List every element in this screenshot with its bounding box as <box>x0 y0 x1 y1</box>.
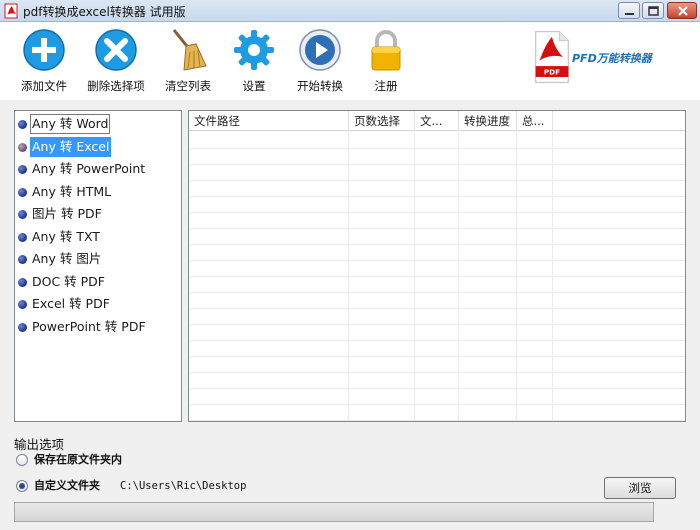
list-item-doc-to-pdf[interactable]: DOC 转 PDF <box>17 272 107 292</box>
list-item-excel-to-pdf[interactable]: Excel 转 PDF <box>17 294 112 314</box>
minimize-button[interactable] <box>618 2 640 19</box>
bullet-icon <box>18 142 27 152</box>
list-item-any-to-image[interactable]: Any 转 图片 <box>17 249 103 269</box>
bullet-icon <box>18 210 27 219</box>
main-panel: Any 转 Word Any 转 Excel Any 转 PowerPoint … <box>0 100 700 530</box>
close-icon <box>678 6 688 16</box>
list-item-label: Any 转 Excel <box>30 136 112 157</box>
register-label: 注册 <box>374 79 398 93</box>
browse-button[interactable]: 浏览 <box>604 477 676 499</box>
gear-icon <box>234 30 274 70</box>
radio-save-in-source[interactable] <box>16 454 28 466</box>
toolbar: 添加文件 删除选择项 清空列表 设置 开始转换 注册 PDF PFD万能转换器 <box>0 22 700 100</box>
output-options-title: 输出选项 <box>14 437 65 452</box>
list-item-label: Any 转 Word <box>30 114 111 134</box>
file-grid[interactable]: 文件路径 页数选择 文... 转换进度 总... <box>188 110 686 422</box>
bullet-icon <box>18 165 27 174</box>
pdf-app-icon <box>4 3 18 19</box>
title-bar: pdf转换成excel转换器 试用版 <box>0 0 700 22</box>
pdf-logo-icon: PDF <box>534 30 570 84</box>
delete-icon <box>95 29 137 71</box>
minimize-icon <box>625 13 634 15</box>
brand-label: PFD万能转换器 <box>572 52 652 65</box>
add-file-label: 添加文件 <box>21 79 67 93</box>
column-header-file-path[interactable]: 文件路径 <box>189 111 349 131</box>
bullet-icon <box>18 120 27 129</box>
column-header-file[interactable]: 文... <box>415 111 459 131</box>
list-item-any-to-word[interactable]: Any 转 Word <box>17 114 111 134</box>
list-item-label: Excel 转 PDF <box>32 296 110 311</box>
list-item-any-to-excel[interactable]: Any 转 Excel <box>17 136 112 157</box>
conversion-type-list[interactable]: Any 转 Word Any 转 Excel Any 转 PowerPoint … <box>14 110 182 422</box>
bullet-icon <box>18 187 27 197</box>
bullet-icon <box>18 232 27 242</box>
svg-text:PDF: PDF <box>544 67 560 76</box>
brand-logo: PDF PFD万能转换器 <box>528 26 688 96</box>
grid-lines <box>189 132 685 421</box>
list-item-label: Any 转 HTML <box>32 183 112 199</box>
lock-icon <box>371 30 401 71</box>
list-item-label: Any 转 TXT <box>32 228 100 244</box>
list-item-label: DOC 转 PDF <box>32 273 105 289</box>
column-header-total[interactable]: 总... <box>517 111 553 131</box>
bullet-icon <box>18 255 27 264</box>
conversion-progress-bar <box>14 502 654 522</box>
broom-icon <box>172 29 207 71</box>
list-item-powerpoint-to-pdf[interactable]: PowerPoint 转 PDF <box>17 317 148 337</box>
output-path: C:\Users\Ric\Desktop <box>120 480 247 492</box>
list-item-any-to-powerpoint[interactable]: Any 转 PowerPoint <box>17 159 147 179</box>
bullet-icon <box>18 322 27 332</box>
radio-custom-folder[interactable] <box>16 480 28 492</box>
add-file-button[interactable]: 添加文件 <box>4 26 84 96</box>
delete-selection-label: 删除选择项 <box>87 79 145 93</box>
column-header-progress[interactable]: 转换进度 <box>459 111 517 131</box>
save-in-source-folder-option[interactable]: 保存在原文件夹内 <box>16 452 136 468</box>
maximize-icon <box>648 6 659 16</box>
list-item-label: Any 转 PowerPoint <box>32 161 146 176</box>
list-item-label: Any 转 图片 <box>32 251 102 266</box>
play-icon <box>299 29 341 71</box>
close-button[interactable] <box>667 2 697 19</box>
add-icon <box>23 29 65 71</box>
window-title: pdf转换成excel转换器 试用版 <box>23 5 186 19</box>
grid-header: 文件路径 页数选择 文... 转换进度 总... <box>189 111 685 131</box>
bullet-icon <box>18 300 27 309</box>
list-item-label: 图片 转 PDF <box>32 206 102 221</box>
delete-selection-button[interactable]: 删除选择项 <box>76 26 156 96</box>
save-in-source-label: 保存在原文件夹内 <box>34 453 122 466</box>
list-item-label: PowerPoint 转 PDF <box>32 318 146 334</box>
custom-folder-option[interactable]: 自定义文件夹 <box>16 478 116 494</box>
custom-folder-label: 自定义文件夹 <box>34 479 100 492</box>
list-item-image-to-pdf[interactable]: 图片 转 PDF <box>17 204 104 224</box>
column-header-page-select[interactable]: 页数选择 <box>349 111 415 131</box>
maximize-button[interactable] <box>642 2 664 19</box>
register-button[interactable]: 注册 <box>346 26 426 96</box>
list-item-any-to-html[interactable]: Any 转 HTML <box>17 182 113 202</box>
bullet-icon <box>18 277 27 287</box>
list-item-any-to-txt[interactable]: Any 转 TXT <box>17 227 102 247</box>
